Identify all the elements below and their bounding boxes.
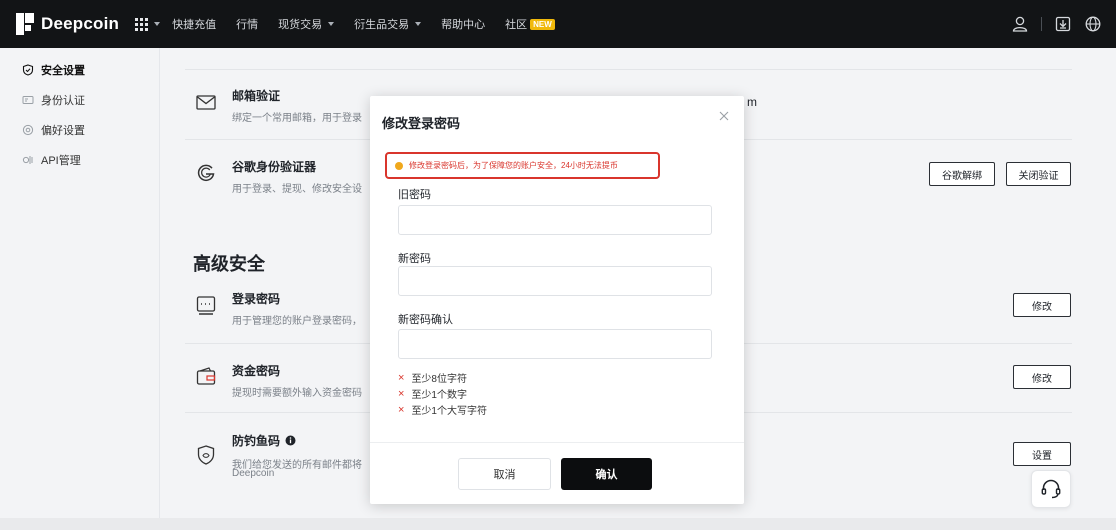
nav-item-label: 快捷充值 xyxy=(172,19,217,31)
brand-logo[interactable]: Deepcoin xyxy=(16,13,119,35)
customer-support-button[interactable] xyxy=(1031,470,1071,508)
password-rule-uppercase: × 至少1个大写字符 xyxy=(398,402,487,418)
password-rule-digit: × 至少1个数字 xyxy=(398,386,467,402)
nav-item-spot-trading[interactable]: 现货交易 xyxy=(278,16,335,32)
nav-item-help-center[interactable]: 帮助中心 xyxy=(441,16,485,32)
new-badge: NEW xyxy=(530,18,555,30)
cross-icon: × xyxy=(398,387,405,400)
password-rule-length: × 至少8位字符 xyxy=(398,370,467,386)
globe-icon[interactable] xyxy=(1084,15,1102,33)
rule-text: 至少1个数字 xyxy=(411,390,467,401)
confirm-password-input[interactable] xyxy=(398,329,712,359)
download-icon[interactable] xyxy=(1054,15,1072,33)
change-login-password-dialog: 修改登录密码 修改登录密码后，为了保障您的账户安全，24小时无法提币 旧密码 新… xyxy=(370,96,744,504)
user-icon[interactable] xyxy=(1011,15,1029,33)
chevron-down-icon xyxy=(328,22,335,26)
cross-icon: × xyxy=(398,403,405,416)
dialog-footer: 取消 确认 xyxy=(370,442,744,504)
rule-text: 至少1个大写字符 xyxy=(411,406,487,417)
top-right-actions xyxy=(1011,0,1102,48)
warning-icon xyxy=(395,161,403,170)
warning-text: 修改登录密码后，为了保障您的账户安全，24小时无法提币 xyxy=(409,161,618,170)
cancel-button[interactable]: 取消 xyxy=(458,458,551,490)
nav-item-community[interactable]: 社区 NEW xyxy=(505,16,555,32)
new-password-input[interactable] xyxy=(398,266,712,296)
new-password-label: 新密码 xyxy=(398,253,431,265)
deepcoin-logo-icon xyxy=(16,13,34,35)
headset-icon xyxy=(1041,479,1061,499)
close-icon[interactable] xyxy=(718,110,730,122)
nav-item-label: 行情 xyxy=(236,19,259,31)
old-password-label: 旧密码 xyxy=(398,189,431,201)
chevron-down-icon xyxy=(154,22,161,26)
apps-menu-button[interactable] xyxy=(135,17,161,31)
confirm-password-label: 新密码确认 xyxy=(398,314,453,326)
dialog-title: 修改登录密码 xyxy=(382,116,461,131)
nav-item-label: 帮助中心 xyxy=(441,19,486,31)
chevron-down-icon xyxy=(415,22,422,26)
brand-name: Deepcoin xyxy=(41,14,120,33)
nav-item-label: 现货交易 xyxy=(278,19,323,31)
confirm-button[interactable]: 确认 xyxy=(561,458,652,490)
top-navigation-bar: Deepcoin 快捷充值 行情 现货交易 衍生品交易 帮助中心 社区 NEW xyxy=(0,0,1116,48)
nav-item-label: 社区 xyxy=(505,19,528,31)
nav-item-label: 衍生品交易 xyxy=(354,19,410,31)
nav-item-derivatives[interactable]: 衍生品交易 xyxy=(354,16,422,32)
main-nav: 快捷充值 行情 现货交易 衍生品交易 帮助中心 社区 NEW xyxy=(172,16,575,32)
cross-icon: × xyxy=(398,371,405,384)
rule-text: 至少8位字符 xyxy=(411,374,467,385)
old-password-input[interactable] xyxy=(398,205,712,235)
page-bottom-edge xyxy=(0,518,1116,530)
divider xyxy=(1041,17,1042,31)
nav-item-quick-deposit[interactable]: 快捷充值 xyxy=(172,16,216,32)
grid-icon xyxy=(135,17,149,31)
nav-item-markets[interactable]: 行情 xyxy=(236,16,258,32)
withdrawal-warning-notice: 修改登录密码后，为了保障您的账户安全，24小时无法提币 xyxy=(385,152,660,179)
